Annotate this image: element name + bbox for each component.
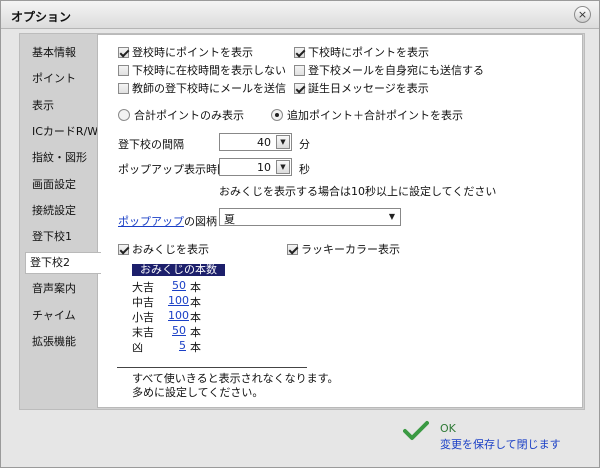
radio-icon <box>271 109 283 121</box>
sidebar-item[interactable]: 指紋・図形 <box>28 147 94 169</box>
chevron-down-icon: ▼ <box>388 212 396 221</box>
checkbox-label: 下校時に在校時間を表示しない <box>132 64 286 77</box>
checkbox-label: 登校時にポイントを表示 <box>132 46 253 59</box>
checkbox-show-arrival-points[interactable]: 登校時にポイントを表示 <box>118 44 253 60</box>
radio-label: 追加ポイント＋合計ポイントを表示 <box>287 109 463 122</box>
omikuji-count[interactable]: 50 <box>168 324 186 337</box>
sidebar-item[interactable]: 音声案内 <box>28 278 94 300</box>
ok-button[interactable]: OK <box>440 422 456 435</box>
interval-value: 40 <box>257 136 271 149</box>
checkbox-label: 下校時にポイントを表示 <box>308 46 429 59</box>
omikuji-unit: 本 <box>190 326 201 339</box>
interval-spinner[interactable]: 40 ▼ <box>219 133 292 151</box>
interval-unit: 分 <box>299 138 310 151</box>
sidebar: 基本情報ポイント表示 ICカードR/W 指紋・図形画面設定接続設定登下校1 登下校2 音… <box>22 35 101 408</box>
omikuji-unit: 本 <box>190 281 201 294</box>
popup-design-suffix: の図柄 <box>184 215 217 228</box>
checkbox-lucky-color[interactable]: ラッキーカラー表示 <box>287 241 400 257</box>
interval-label: 登下校の間隔 <box>118 138 184 151</box>
omikuji-table-header: おみくじの本数 <box>132 264 225 276</box>
checkbox-icon <box>118 64 129 76</box>
checkbox-icon <box>118 82 129 94</box>
omikuji-count[interactable]: 100 <box>168 294 189 307</box>
radio-label: 合計ポイントのみ表示 <box>134 109 244 122</box>
close-button[interactable]: × <box>574 6 591 23</box>
omikuji-name: 中吉 <box>132 296 154 309</box>
checkbox-label: おみくじを表示 <box>132 243 209 256</box>
popup-time-spinner[interactable]: 10 ▼ <box>219 158 292 176</box>
note-line-2: 多めに設定してください。 <box>132 386 264 399</box>
checkbox-label: 教師の登下校時にメールを送信 <box>132 82 286 95</box>
popup-design-select[interactable]: 夏 ▼ <box>219 208 401 226</box>
omikuji-name: 末吉 <box>132 326 154 339</box>
popup-link[interactable]: ポップアップ <box>118 215 184 228</box>
radio-icon <box>118 109 130 121</box>
omikuji-count[interactable]: 100 <box>168 309 189 322</box>
checkbox-label: 登下校メールを自身宛にも送信する <box>308 64 484 77</box>
popup-time-unit: 秒 <box>299 163 310 176</box>
window-title: オプション <box>11 10 72 24</box>
checkbox-icon <box>294 64 305 76</box>
radio-total-only[interactable]: 合計ポイントのみ表示 <box>118 107 244 123</box>
popup-time-label: ポップアップ表示時間 <box>118 163 228 176</box>
omikuji-unit: 本 <box>190 296 201 309</box>
popup-design-value: 夏 <box>224 213 235 226</box>
omikuji-name: 小吉 <box>132 311 154 324</box>
checkbox-label: 誕生日メッセージを表示 <box>308 82 429 95</box>
checkbox-show-departure-points[interactable]: 下校時にポイントを表示 <box>294 44 429 60</box>
sidebar-item[interactable]: チャイム <box>28 305 94 327</box>
omikuji-name: 大吉 <box>132 281 154 294</box>
sidebar-item[interactable]: 接続設定 <box>28 200 94 222</box>
checkbox-teacher-mail[interactable]: 教師の登下校時にメールを送信 <box>118 80 286 96</box>
sidebar-item[interactable]: 画面設定 <box>28 174 94 196</box>
sidebar-item[interactable]: ICカードR/W <box>28 121 98 143</box>
checkbox-hide-school-time[interactable]: 下校時に在校時間を表示しない <box>118 62 286 78</box>
omikuji-count[interactable]: 5 <box>168 339 186 352</box>
sidebar-item[interactable]: 拡張機能 <box>28 331 94 353</box>
checkbox-icon <box>294 82 305 94</box>
ok-description[interactable]: 変更を保存して閉じます <box>440 436 561 452</box>
chevron-down-icon[interactable]: ▼ <box>276 135 290 149</box>
omikuji-unit: 本 <box>190 311 201 324</box>
sidebar-item[interactable]: 表示 <box>28 95 94 117</box>
checkbox-send-mail-self[interactable]: 登下校メールを自身宛にも送信する <box>294 62 484 78</box>
divider <box>117 367 307 368</box>
checkbox-icon <box>118 46 129 58</box>
chevron-down-icon[interactable]: ▼ <box>276 160 290 174</box>
sidebar-item[interactable]: ポイント <box>28 68 94 90</box>
title-bar: オプション × <box>1 1 599 29</box>
omikuji-unit: 本 <box>190 341 201 354</box>
checkbox-show-omikuji[interactable]: おみくじを表示 <box>118 241 209 257</box>
checkbox-icon <box>287 243 298 255</box>
omikuji-name: 凶 <box>132 341 143 354</box>
omikuji-count[interactable]: 50 <box>168 279 186 292</box>
popup-design-label: ポップアップの図柄 <box>118 213 217 229</box>
checkbox-icon <box>118 243 129 255</box>
radio-added-and-total[interactable]: 追加ポイント＋合計ポイントを表示 <box>271 107 463 123</box>
checkmark-icon[interactable] <box>403 420 429 442</box>
options-window: オプション × 基本情報 ポイント 表示 ICカードR/W 指紋・図形 画面設定 接続設定登… <box>0 0 600 468</box>
sidebar-item[interactable]: 登下校2 <box>25 252 101 274</box>
checkbox-label: ラッキーカラー表示 <box>301 243 400 256</box>
sidebar-item[interactable]: 登下校1 <box>28 226 94 248</box>
popup-time-note: おみくじを表示する場合は10秒以上に設定してください <box>219 185 497 198</box>
checkbox-birthday-message[interactable]: 誕生日メッセージを表示 <box>294 80 429 96</box>
sidebar-item[interactable]: 基本情報 <box>28 42 94 64</box>
popup-time-value: 10 <box>257 161 271 174</box>
checkbox-icon <box>294 46 305 58</box>
